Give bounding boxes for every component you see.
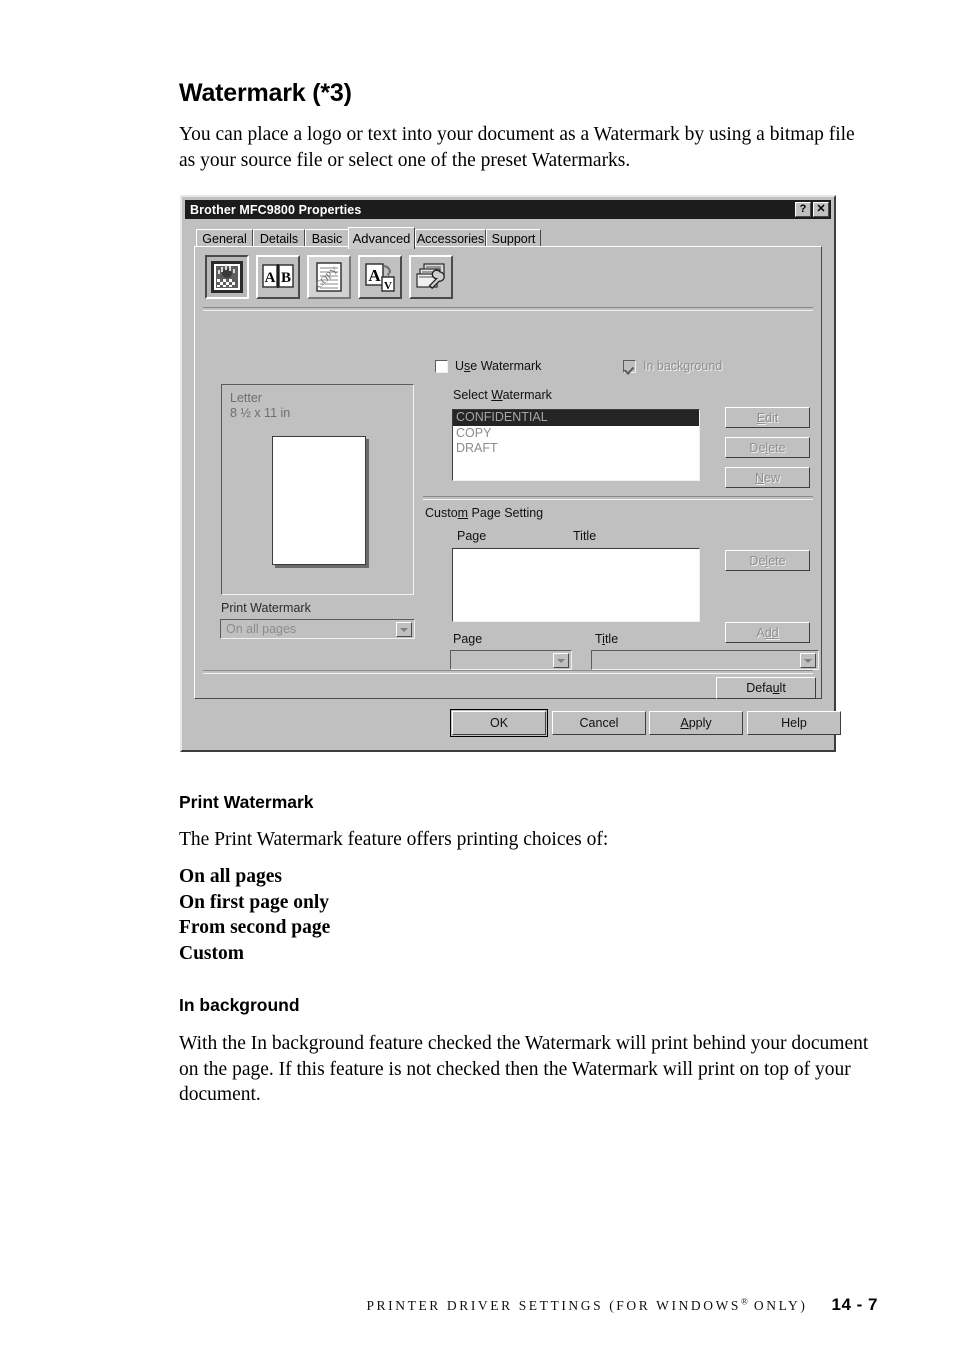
custom-page-listbox[interactable]: [452, 548, 700, 622]
section-separator: [423, 496, 813, 500]
registered-mark: ®: [741, 1296, 748, 1307]
advanced-tab-panel: A B COPY A V Letter 8 ½ x 11 in Print Wa…: [194, 246, 822, 699]
footer-separator: [203, 670, 813, 674]
tab-advanced[interactable]: Advanced: [348, 227, 415, 249]
running-head-start: PRINTER DRIVER SETTINGS (FOR WINDOWS: [366, 1297, 742, 1313]
section-print-watermark-paragraph: The Print Watermark feature offers print…: [179, 829, 609, 850]
button-label: Delete: [749, 440, 786, 455]
page-scaling-icon[interactable]: A V: [358, 255, 402, 299]
paper-preview-panel: Letter 8 ½ x 11 in: [221, 384, 414, 595]
default-button[interactable]: Default: [716, 677, 816, 699]
list-item[interactable]: CONFIDENTIAL: [453, 410, 699, 426]
choice-item: From second page: [179, 917, 331, 938]
print-watermark-choices: On all pages On first page only From sec…: [179, 864, 869, 966]
custom-page-setting-label: Custom Page Setting: [425, 506, 544, 520]
svg-text:B: B: [281, 270, 291, 286]
use-watermark-label: Use Watermark: [455, 359, 542, 373]
two-page-ab-glyph: A B: [262, 264, 294, 288]
page-combo[interactable]: [450, 650, 572, 670]
add-custom-page-button[interactable]: Add: [725, 622, 810, 643]
paper-sheet-preview: [272, 436, 366, 565]
paper-size: 8 ½ x 11 in: [230, 406, 291, 420]
tab-details[interactable]: Details: [253, 229, 305, 247]
title-field-label: Title: [595, 632, 619, 646]
printer-properties-dialog: Brother MFC9800 Properties ? ✕ General D…: [180, 195, 841, 752]
delete-watermark-button[interactable]: Delete: [725, 437, 810, 458]
help-button[interactable]: Help: [747, 711, 841, 735]
print-watermark-value: On all pages: [226, 622, 297, 636]
section-print-watermark-title: Print Watermark: [179, 792, 314, 812]
running-head: PRINTER DRIVER SETTINGS (FOR WINDOWS® ON…: [366, 1296, 808, 1313]
button-label: Default: [746, 681, 786, 695]
tab-support[interactable]: Support: [486, 229, 541, 247]
halftone-image-glyph: [211, 261, 243, 293]
print-watermark-select[interactable]: On all pages: [220, 619, 415, 639]
column-header-page: Page: [457, 529, 487, 543]
ok-button[interactable]: OK: [449, 708, 549, 738]
title-combo[interactable]: [591, 650, 819, 670]
svg-text:A: A: [368, 266, 381, 285]
chevron-down-icon[interactable]: [396, 622, 412, 637]
choice-item: On first page only: [179, 891, 330, 913]
in-background-checkbox[interactable]: In background: [623, 359, 722, 373]
button-label: Add: [756, 625, 779, 640]
edit-watermark-button[interactable]: Edit: [725, 407, 810, 428]
page-footer: PRINTER DRIVER SETTINGS (FOR WINDOWS® ON…: [0, 1295, 954, 1315]
paper-name: Letter: [230, 391, 262, 405]
button-label: Delete: [749, 553, 786, 568]
dialog-titlebar: Brother MFC9800 Properties ? ✕: [185, 200, 831, 219]
watermark-copy-page-glyph: COPY: [314, 262, 342, 292]
checkbox-box: [623, 359, 636, 373]
chevron-down-icon[interactable]: [800, 653, 816, 668]
svg-text:V: V: [384, 280, 392, 292]
checkbox-box: [435, 359, 448, 373]
cancel-button[interactable]: Cancel: [552, 711, 646, 735]
button-label: New: [754, 470, 780, 485]
print-watermark-label-text: Print Watermark: [221, 601, 311, 615]
page-number: 14 - 7: [831, 1295, 878, 1314]
button-label: Apply: [680, 716, 712, 730]
section-in-background-title: In background: [179, 995, 300, 1015]
print-watermark-label: Print Watermark: [221, 601, 311, 615]
list-item[interactable]: COPY: [453, 426, 699, 442]
page-title: Watermark (*3): [179, 79, 352, 107]
watermark-icon[interactable]: COPY: [307, 255, 351, 299]
dialog-title: Brother MFC9800 Properties: [190, 202, 362, 217]
select-watermark-label: Select Watermark: [453, 388, 552, 402]
new-watermark-button[interactable]: New: [725, 467, 810, 488]
tab-general[interactable]: General: [196, 229, 253, 247]
delete-custom-page-button[interactable]: Delete: [725, 550, 810, 571]
select-watermark-listbox[interactable]: CONFIDENTIAL COPY DRAFT: [452, 409, 700, 481]
choice-item: Custom: [179, 942, 245, 964]
in-background-label: In background: [643, 359, 723, 373]
duplex-ab-icon[interactable]: A B: [256, 255, 300, 299]
tab-basic[interactable]: Basic: [305, 229, 349, 247]
intro-paragraph: You can place a logo or text into your d…: [179, 124, 855, 171]
feature-toolbar: A B COPY A V: [205, 255, 453, 299]
dialog-command-bar: OK Cancel Apply Help: [194, 707, 841, 741]
close-button[interactable]: ✕: [813, 202, 829, 217]
page-field-label: Page: [453, 632, 483, 646]
device-options-icon[interactable]: [409, 255, 453, 299]
page: Watermark (*3) You can place a logo or t…: [0, 0, 954, 1352]
paper-info: Letter 8 ½ x 11 in: [230, 391, 290, 421]
button-label: Edit: [756, 410, 779, 425]
tab-accessories[interactable]: Accessories: [415, 229, 486, 247]
list-item[interactable]: DRAFT: [453, 441, 699, 457]
use-watermark-checkbox[interactable]: Use Watermark: [435, 359, 541, 373]
svg-text:A: A: [265, 270, 276, 286]
scale-a-to-v-glyph: A V: [365, 263, 395, 292]
section-in-background-paragraph: With the In background feature checked t…: [179, 1033, 869, 1105]
toolbar-separator: [203, 307, 813, 311]
apply-button[interactable]: Apply: [649, 711, 743, 735]
print-quality-icon[interactable]: [205, 255, 249, 299]
help-button[interactable]: ?: [795, 202, 811, 217]
running-head-end: ONLY): [747, 1297, 808, 1313]
chevron-down-icon[interactable]: [553, 653, 569, 668]
column-header-title: Title: [573, 529, 597, 543]
stacked-windows-wrench-glyph: [416, 263, 445, 290]
choice-item: On all pages: [179, 866, 282, 887]
tab-strip: General Details Basic Advanced Accessori…: [196, 227, 820, 249]
